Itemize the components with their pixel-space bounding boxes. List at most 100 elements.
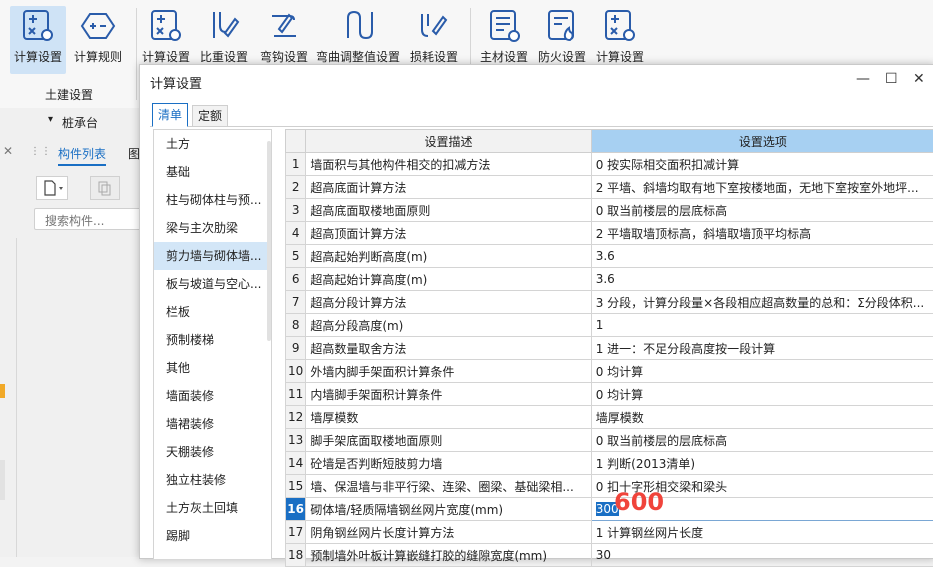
row-number: 9	[286, 337, 306, 360]
calc-settings-icon	[602, 8, 638, 44]
marker	[0, 460, 5, 500]
ribbon-calc-settings-button[interactable]: 计算设置	[10, 6, 66, 74]
close-icon[interactable]: ✕	[3, 144, 13, 158]
search-input[interactable]	[34, 208, 144, 230]
row-number: 18	[286, 544, 306, 567]
setting-option-cell[interactable]: 1	[591, 314, 933, 337]
calc-settings-dialog: 计算设置 — ☐ ✕ 清单 定额 土方基础柱与砌体柱与预...梁与主次肋梁剪力墙…	[139, 64, 933, 559]
table-row[interactable]: 16砌体墙/轻质隔墙钢丝网片宽度(mm)300	[286, 498, 933, 521]
ribbon-button-label: 弯钩设置	[256, 48, 312, 65]
setting-description: 砌体墙/轻质隔墙钢丝网片宽度(mm)	[306, 498, 591, 521]
row-number: 13	[286, 429, 306, 452]
setting-option-cell[interactable]: 3.6	[591, 268, 933, 291]
table-row[interactable]: 18预制墙外叶板计算嵌缝打胶的缝隙宽度(mm)30	[286, 544, 933, 567]
tab-component-list[interactable]: 构件列表	[58, 145, 106, 166]
weight-settings-icon	[206, 8, 242, 44]
table-row[interactable]: 11内墙脚手架面积计算条件0 均计算	[286, 383, 933, 406]
setting-option-cell[interactable]: 0 均计算	[591, 360, 933, 383]
maximize-icon[interactable]: ☐	[885, 71, 898, 87]
category-item[interactable]: 其他	[154, 354, 271, 382]
category-item[interactable]: 基础	[154, 158, 271, 186]
table-row[interactable]: 2超高底面计算方法2 平墙、斜墙均取有地下室按楼地面，无地下室按室外地坪...	[286, 176, 933, 199]
setting-option-cell[interactable]: 2 平墙、斜墙均取有地下室按楼地面，无地下室按室外地坪...	[591, 176, 933, 199]
row-number: 8	[286, 314, 306, 337]
setting-description: 阴角钢丝网片长度计算方法	[306, 521, 591, 544]
category-item[interactable]: 栏板	[154, 298, 271, 326]
category-item[interactable]: 墙面装修	[154, 382, 271, 410]
table-row[interactable]: 10外墙内脚手架面积计算条件0 均计算	[286, 360, 933, 383]
table-row[interactable]: 13脚手架底面取楼地面原则0 取当前楼层的层底标高	[286, 429, 933, 452]
setting-description: 超高底面取楼地面原则	[306, 199, 591, 222]
ribbon-button-label: 弯曲调整值设置	[314, 48, 402, 65]
category-scrollbar[interactable]	[267, 141, 271, 341]
category-item[interactable]: 梁与主次肋梁	[154, 214, 271, 242]
table-row[interactable]: 8超高分段高度(m)1	[286, 314, 933, 337]
table-row[interactable]: 1墙面积与其他构件相交的扣减方法0 按实际相交面积扣减计算	[286, 153, 933, 176]
setting-description: 超高数量取舍方法	[306, 337, 591, 360]
table-row[interactable]: 3超高底面取楼地面原则0 取当前楼层的层底标高	[286, 199, 933, 222]
setting-option-cell[interactable]: 3 分段，计算分段量×各段相应超高数量的总和：Σ分段体积...	[591, 291, 933, 314]
category-item[interactable]: 剪力墙与砌体墙...	[154, 242, 271, 270]
category-item[interactable]: 土方灰土回填	[154, 494, 271, 522]
category-item[interactable]: 柱与砌体柱与预...	[154, 186, 271, 214]
category-item[interactable]: 土方	[154, 130, 271, 158]
close-icon[interactable]: ✕	[913, 71, 925, 87]
ribbon-calc-rules-button[interactable]: 计算规则	[70, 6, 126, 74]
row-number: 14	[286, 452, 306, 475]
setting-option-cell[interactable]: 2 平墙取墙顶标高，斜墙取墙顶平均标高	[591, 222, 933, 245]
table-row[interactable]: 9超高数量取舍方法1 进一：不足分段高度按一段计算	[286, 337, 933, 360]
setting-description: 超高顶面计算方法	[306, 222, 591, 245]
row-number: 16	[286, 498, 306, 521]
table-row[interactable]: 14砼墙是否判断短肢剪力墙1 判断(2013清单)	[286, 452, 933, 475]
table-row[interactable]: 12墙厚模数墙厚模数	[286, 406, 933, 429]
setting-option-cell[interactable]: 0 均计算	[591, 383, 933, 406]
row-number: 3	[286, 199, 306, 222]
tab-quota[interactable]: 定额	[192, 105, 228, 127]
ribbon-button-label: 比重设置	[196, 48, 252, 65]
row-number: 12	[286, 406, 306, 429]
setting-description: 超高起始判断高度(m)	[306, 245, 591, 268]
table-row[interactable]: 15墙、保温墙与非平行梁、连梁、圈梁、基础梁相...0 扣十字形相交梁和梁头	[286, 475, 933, 498]
table-row[interactable]: 6超高起始计算高度(m)3.6	[286, 268, 933, 291]
category-item[interactable]: 踢脚	[154, 522, 271, 550]
ribbon-group-label: 土建设置	[14, 86, 124, 103]
setting-option-cell[interactable]: 墙厚模数	[591, 406, 933, 429]
setting-option-cell[interactable]: 0 按实际相交面积扣减计算	[591, 153, 933, 176]
category-item[interactable]: 板与坡道与空心...	[154, 270, 271, 298]
tab-bill[interactable]: 清单	[152, 103, 188, 127]
minimize-icon[interactable]: —	[856, 71, 870, 87]
table-row[interactable]: 17阴角钢丝网片长度计算方法1 计算钢丝网片长度	[286, 521, 933, 544]
category-item[interactable]: 天棚装修	[154, 438, 271, 466]
setting-description: 超高分段计算方法	[306, 291, 591, 314]
calc-rules-icon	[80, 8, 116, 44]
settings-grid: 设置描述 设置选项 1墙面积与其他构件相交的扣减方法0 按实际相交面积扣减计算2…	[285, 129, 933, 567]
setting-option-cell[interactable]: 3.6	[591, 245, 933, 268]
row-number: 10	[286, 360, 306, 383]
row-number: 5	[286, 245, 306, 268]
category-item[interactable]: 独立柱装修	[154, 466, 271, 494]
setting-option-cell[interactable]: 30	[591, 544, 933, 567]
floor-component-dropdown[interactable]: 桩承台	[62, 114, 98, 131]
calc-settings-icon	[20, 8, 56, 44]
category-item[interactable]: 预制楼梯	[154, 326, 271, 354]
setting-option-cell[interactable]: 0 取当前楼层的层底标高	[591, 429, 933, 452]
dialog-title: 计算设置	[150, 73, 202, 92]
grid-header-description: 设置描述	[306, 130, 591, 153]
table-row[interactable]: 7超高分段计算方法3 分段，计算分段量×各段相应超高数量的总和：Σ分段体积...	[286, 291, 933, 314]
annotation-new-value: 600	[614, 488, 664, 516]
table-row[interactable]: 4超高顶面计算方法2 平墙取墙顶标高，斜墙取墙顶平均标高	[286, 222, 933, 245]
setting-option-cell[interactable]: 0 取当前楼层的层底标高	[591, 199, 933, 222]
category-item[interactable]: 墙裙装修	[154, 410, 271, 438]
setting-option-cell[interactable]: 1 计算钢丝网片长度	[591, 521, 933, 544]
table-row[interactable]: 5超高起始判断高度(m)3.6	[286, 245, 933, 268]
ribbon-button-label: 主材设置	[476, 48, 532, 65]
ribbon-button-label: 计算设置	[140, 48, 192, 65]
drag-handle-icon[interactable]: ⋮⋮	[30, 146, 52, 157]
setting-option-cell[interactable]: 1 进一：不足分段高度按一段计算	[591, 337, 933, 360]
grid-header-number	[286, 130, 306, 153]
copy-component-button[interactable]	[90, 176, 120, 200]
setting-description: 砼墙是否判断短肢剪力墙	[306, 452, 591, 475]
setting-option-cell[interactable]: 1 判断(2013清单)	[591, 452, 933, 475]
row-number: 17	[286, 521, 306, 544]
new-component-button[interactable]	[36, 176, 68, 200]
